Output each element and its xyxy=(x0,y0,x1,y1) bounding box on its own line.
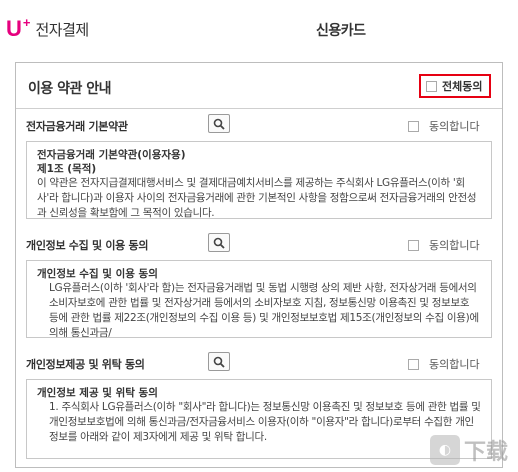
page-title: 신용카드 xyxy=(316,23,366,39)
terms-header-title: 이용 약관 안내 xyxy=(28,81,112,97)
brand-plus: + xyxy=(22,14,31,30)
top-bar: U + 전자결제 신용카드 xyxy=(0,0,518,58)
search-icon[interactable] xyxy=(213,237,225,249)
view-terms-button[interactable] xyxy=(208,114,230,133)
agree-label[interactable]: 동의합니다 xyxy=(429,118,480,134)
terms-box-body: 1. 주식회사 LG유플러스(이하 "회사"라 합니다)는 정보통신망 이용촉진… xyxy=(49,401,481,443)
agree-checkbox-privacy-collect[interactable]: 동의합니다 xyxy=(408,237,480,253)
agree-checkbox-ebanking[interactable]: 동의합니다 xyxy=(408,118,480,134)
terms-box-subtitle: 제1조 (목적) xyxy=(37,163,97,175)
view-terms-button[interactable] xyxy=(208,352,230,371)
terms-box-title: 전자금융거래 기본약관(이용자용) xyxy=(37,149,186,161)
search-icon[interactable] xyxy=(213,118,225,130)
brand-text: 전자결제 xyxy=(35,20,89,39)
brand-u: U xyxy=(6,16,22,41)
section-title: 개인정보제공 및 위탁 동의 xyxy=(26,358,145,371)
agree-box[interactable] xyxy=(408,120,419,132)
watermark-logo-icon: ◐ xyxy=(430,435,460,465)
agree-label[interactable]: 동의합니다 xyxy=(429,356,480,372)
agree-all-box[interactable] xyxy=(426,80,437,92)
section-title: 개인정보 수집 및 이용 동의 xyxy=(26,239,149,252)
section-title: 전자금융거래 기본약관 xyxy=(26,120,128,133)
section-ebanking-header: 전자금융거래 기본약관 동의합니다 xyxy=(16,110,502,140)
agree-all-label[interactable]: 전체동의 xyxy=(442,78,482,94)
agree-all-checkbox[interactable]: 전체동의 xyxy=(419,74,491,98)
terms-box-body: LG유플러스(이하 '회사'라 함)는 전자금융거래법 및 동법 시행령 상의 … xyxy=(49,282,479,338)
watermark-text: 下载 xyxy=(464,440,509,465)
search-icon[interactable] xyxy=(213,356,225,368)
agree-label[interactable]: 동의합니다 xyxy=(429,237,480,253)
terms-box-title: 개인정보 수집 및 이용 동의 xyxy=(37,268,158,280)
section-privacy-collect-header: 개인정보 수집 및 이용 동의 동의합니다 xyxy=(16,229,502,259)
agree-checkbox-privacy-provide[interactable]: 동의합니다 xyxy=(408,356,480,372)
brand-logo: U + 전자결제 xyxy=(6,14,89,41)
terms-box-privacy-collect[interactable]: 개인정보 수집 및 이용 동의 LG유플러스(이하 '회사'라 함)는 전자금융… xyxy=(26,260,492,338)
watermark: ◐ 下载 xyxy=(430,428,518,472)
section-privacy-provide-header: 개인정보제공 및 위탁 동의 동의합니다 xyxy=(16,348,502,378)
terms-panel: 이용 약관 안내 전체동의 전자금융거래 기본약관 동의합니다 전자금융거래 기… xyxy=(15,62,503,468)
terms-box-privacy-provide[interactable]: 개인정보 제공 및 위탁 동의 1. 주식회사 LG유플러스(이하 "회사"라 … xyxy=(26,379,492,459)
agree-box[interactable] xyxy=(408,239,419,251)
agree-box[interactable] xyxy=(408,358,419,370)
terms-header: 이용 약관 안내 전체동의 xyxy=(16,63,502,109)
view-terms-button[interactable] xyxy=(208,233,230,252)
terms-box-ebanking[interactable]: 전자금융거래 기본약관(이용자용) 제1조 (목적) 이 약관은 전자지급결제대… xyxy=(26,141,492,219)
terms-box-title: 개인정보 제공 및 위탁 동의 xyxy=(37,387,158,399)
terms-box-body: 이 약관은 전자지급결제대행서비스 및 결제대금예치서비스를 제공하는 주식회사… xyxy=(37,177,477,219)
